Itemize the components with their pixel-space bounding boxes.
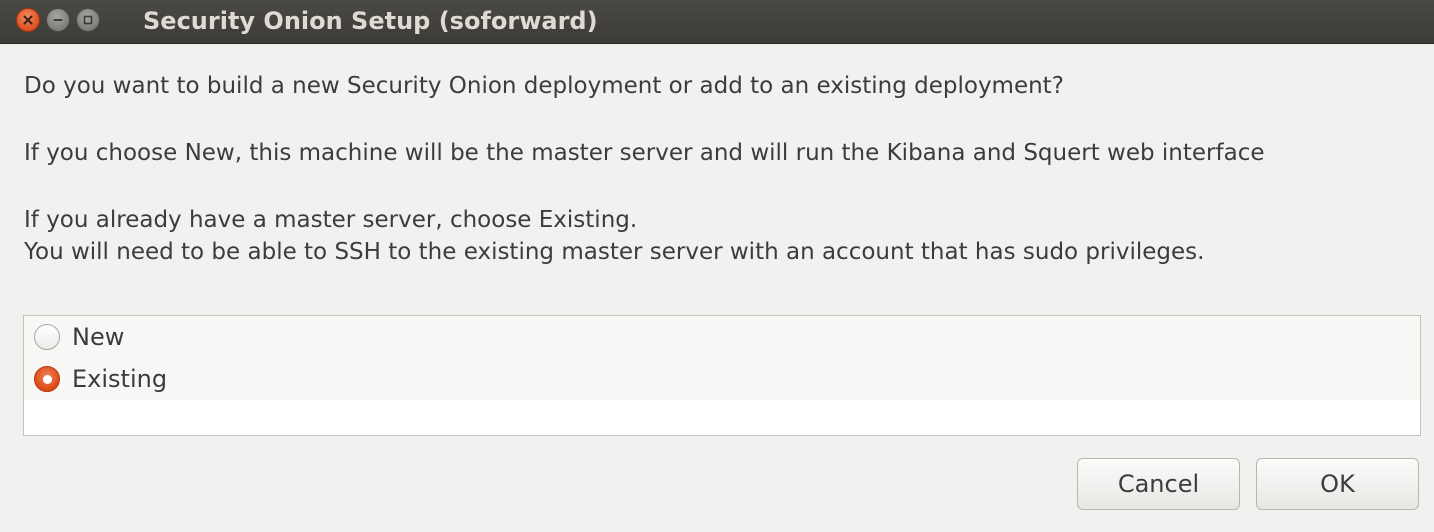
- maximize-icon[interactable]: [76, 8, 100, 32]
- ok-button[interactable]: OK: [1256, 458, 1419, 510]
- radio-button-selected[interactable]: [34, 366, 60, 392]
- radio-button-unselected[interactable]: [34, 324, 60, 350]
- new-explanation-text: If you choose New, this machine will be …: [24, 140, 1265, 166]
- option-existing[interactable]: Existing: [24, 358, 1420, 400]
- option-label: Existing: [72, 365, 168, 393]
- minimize-icon[interactable]: [46, 8, 70, 32]
- question-text: Do you want to build a new Security Onio…: [24, 73, 1064, 99]
- close-icon[interactable]: [16, 8, 40, 32]
- option-new[interactable]: New: [24, 316, 1420, 358]
- title-bar: Security Onion Setup (soforward): [0, 0, 1434, 44]
- option-label: New: [72, 323, 125, 351]
- ssh-requirement-text: You will need to be able to SSH to the e…: [24, 239, 1205, 265]
- window-title: Security Onion Setup (soforward): [143, 7, 598, 35]
- deployment-options-list: New Existing: [23, 315, 1421, 436]
- setup-dialog: Security Onion Setup (soforward) Do you …: [0, 0, 1434, 532]
- cancel-button[interactable]: Cancel: [1077, 458, 1240, 510]
- existing-explanation-text: If you already have a master server, cho…: [24, 207, 638, 233]
